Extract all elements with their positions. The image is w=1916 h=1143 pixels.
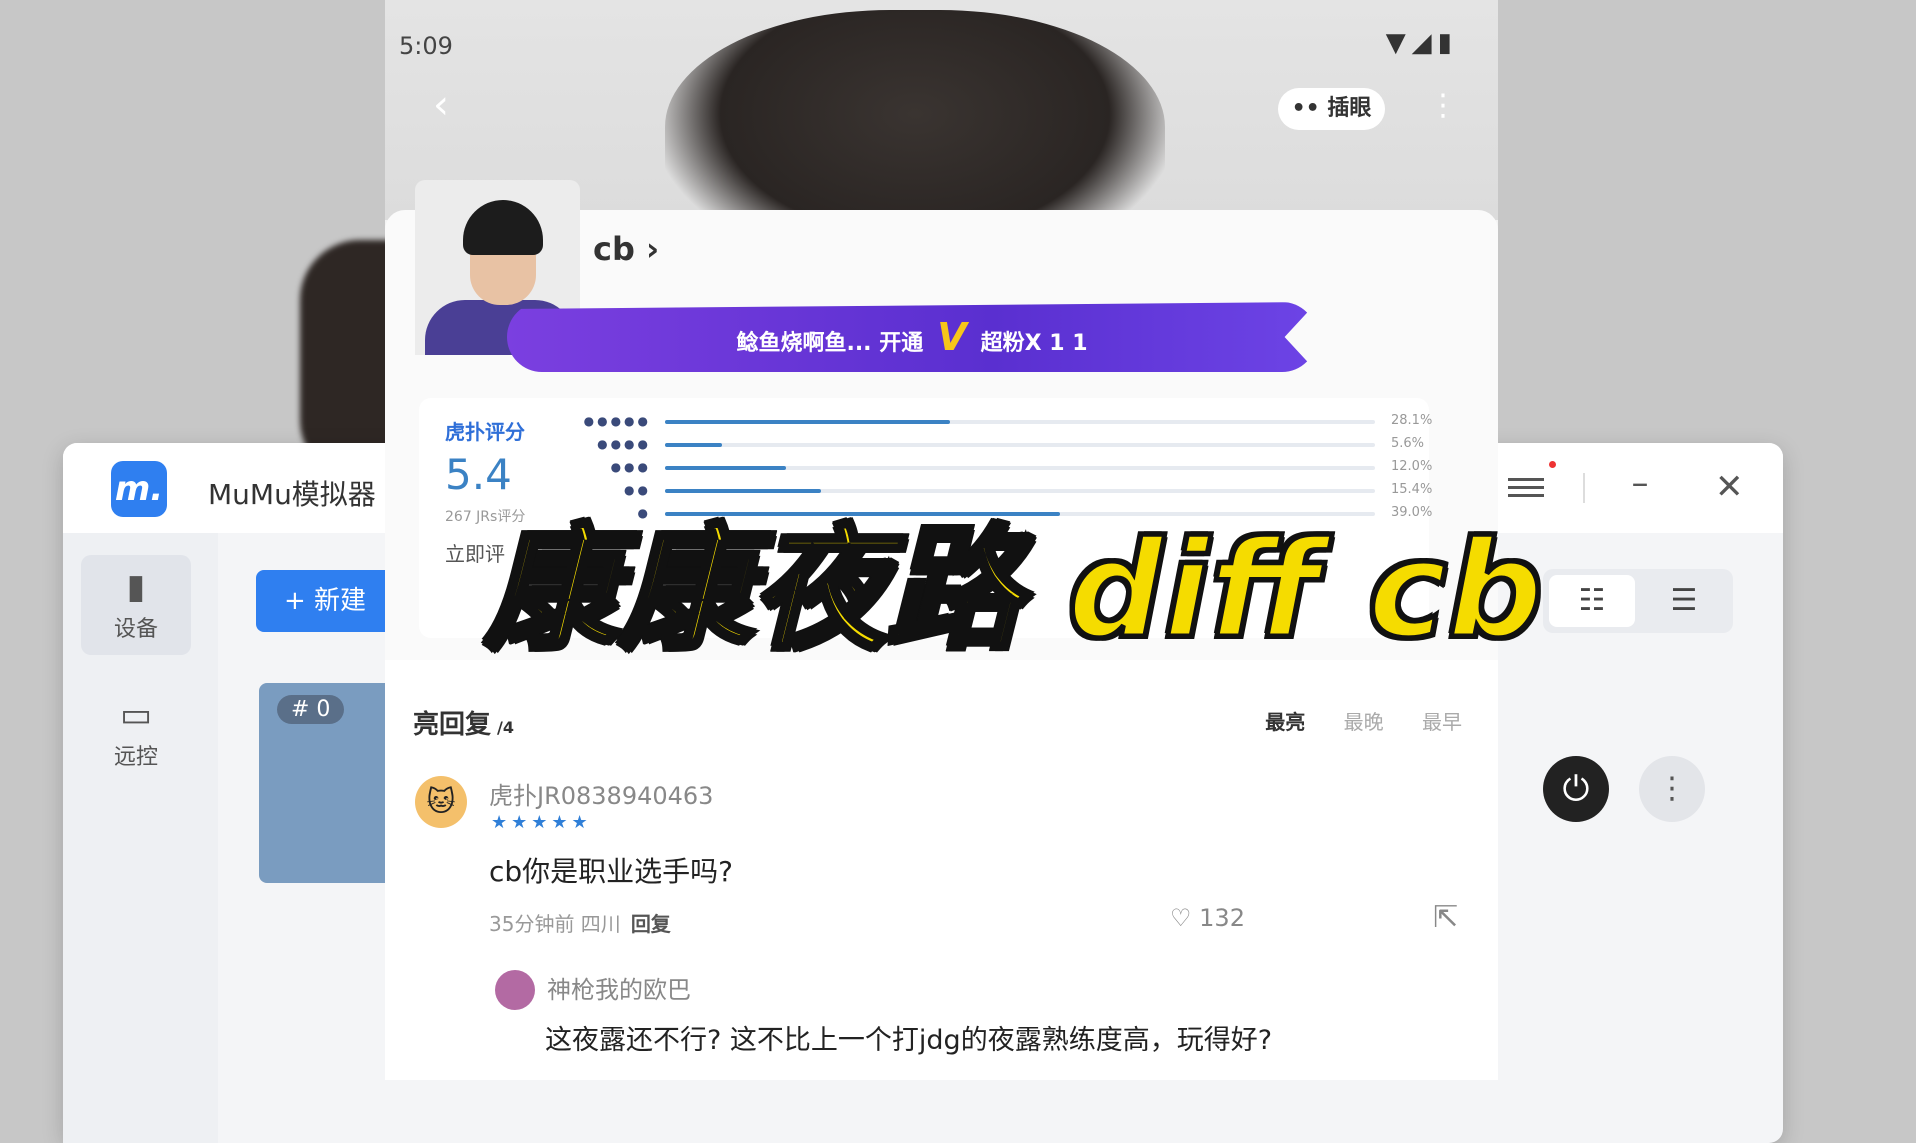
reply-user-name[interactable]: 神枪我的欧巴	[547, 970, 691, 1005]
power-icon[interactable]: ⏻	[1543, 756, 1609, 822]
like-count: 132	[1199, 904, 1245, 932]
comment-text: cb你是职业选手吗?	[489, 855, 734, 888]
sidebar-item-device[interactable]: ▮ 设备	[81, 555, 191, 655]
reply-avatar[interactable]	[495, 970, 535, 1010]
back-arrow-icon[interactable]: ‹	[433, 82, 449, 128]
list-view-icon[interactable]: ☰	[1641, 575, 1727, 627]
device-icon: ▮	[126, 567, 146, 607]
rating-row-percent: 12.0%	[1391, 459, 1433, 474]
sort-tabs: 最亮 最晚 最早	[1233, 706, 1462, 735]
commenter-name[interactable]: 虎扑JR0838940463	[489, 776, 713, 811]
rating-row-percent: 15.4%	[1391, 482, 1433, 497]
vip-mark: V	[937, 315, 967, 359]
reply-button[interactable]: 回复	[631, 912, 671, 936]
replies-title: 亮回复/4	[413, 704, 514, 741]
sidebar-item-remote[interactable]: ▭ 远控	[81, 683, 191, 783]
replies-title-text: 亮回复	[413, 710, 492, 740]
pip-button[interactable]: •• 插眼	[1278, 88, 1385, 130]
view-toggle: ☷ ☰	[1543, 569, 1733, 633]
menu-icon[interactable]	[1508, 473, 1544, 503]
grid-view-icon[interactable]: ☷	[1549, 575, 1635, 627]
mumu-logo: m.	[111, 461, 167, 517]
comment-meta: 35分钟前 四川 回复	[489, 908, 671, 937]
status-icons: ▼◢▮	[1385, 28, 1458, 58]
more-icon[interactable]: ⋮	[1428, 88, 1458, 123]
remote-icon: ▭	[119, 695, 153, 735]
tab-hottest[interactable]: 最亮	[1265, 710, 1305, 734]
rating-row-stars: ●●●	[610, 460, 651, 474]
comment-time: 35分钟前 四川	[489, 912, 621, 936]
rating-row-fill	[665, 420, 950, 424]
reply-text: 这夜露还不行? 这不比上一个打jdg的夜露熟练度高，玩得好?	[545, 1025, 1273, 1056]
rating-row-stars: ●●●●●	[583, 414, 651, 428]
vip-banner-left: 鲶鱼烧啊鱼... 开通	[736, 331, 924, 356]
notification-dot	[1549, 461, 1556, 468]
sidebar-item-label: 设备	[113, 617, 158, 642]
like-icon: ♡	[1170, 904, 1192, 932]
vip-banner[interactable]: 鲶鱼烧啊鱼... 开通 V 超粉X 1 1	[507, 302, 1317, 372]
rating-row-track	[665, 420, 1375, 424]
rating-row-fill	[665, 466, 787, 470]
commenter-avatar[interactable]: 🐱	[415, 776, 467, 828]
sidebar-item-label: 远控	[113, 745, 158, 770]
share-icon[interactable]: ⇱	[1433, 900, 1458, 935]
rating-row-stars: ●●	[624, 483, 651, 497]
tab-latest[interactable]: 最晚	[1344, 710, 1384, 734]
status-time: 5:09	[399, 32, 453, 60]
tab-earliest[interactable]: 最早	[1422, 710, 1462, 734]
mumu-title: MuMu模拟器	[208, 478, 376, 511]
replies-section: 亮回复/4 最亮 最晚 最早 🐱 虎扑JR0838940463 ★★★★★ cb…	[385, 660, 1498, 1080]
video-caption: 康康夜路 diff cb	[483, 512, 1546, 668]
rating-row-track	[665, 466, 1375, 470]
rating-row-fill	[665, 489, 822, 493]
rating-row-track	[665, 489, 1375, 493]
mumu-sidebar: ▮ 设备 ▭ 远控	[63, 533, 218, 1143]
minimize-button[interactable]: –	[1623, 466, 1657, 503]
rating-label: 虎扑评分	[445, 420, 525, 444]
vip-banner-right: 超粉X 1 1	[980, 331, 1088, 356]
titlebar-divider	[1583, 473, 1585, 503]
user-name[interactable]: cb ›	[593, 230, 659, 268]
commenter-stars: ★★★★★	[491, 812, 592, 833]
device-index-badge: # 0	[277, 695, 345, 724]
rating-score: 5.4	[445, 450, 512, 499]
rating-row-fill	[665, 443, 722, 447]
replies-count: /4	[497, 718, 514, 737]
rating-row-percent: 28.1%	[1391, 413, 1433, 428]
close-button[interactable]: ✕	[1715, 467, 1744, 507]
rating-row-track	[665, 443, 1375, 447]
more-options-icon[interactable]: ⋮	[1639, 756, 1705, 822]
rating-row-percent: 5.6%	[1391, 436, 1425, 451]
rating-row-stars: ●●●●	[597, 437, 651, 451]
like-button[interactable]: ♡ 132	[1170, 904, 1245, 932]
